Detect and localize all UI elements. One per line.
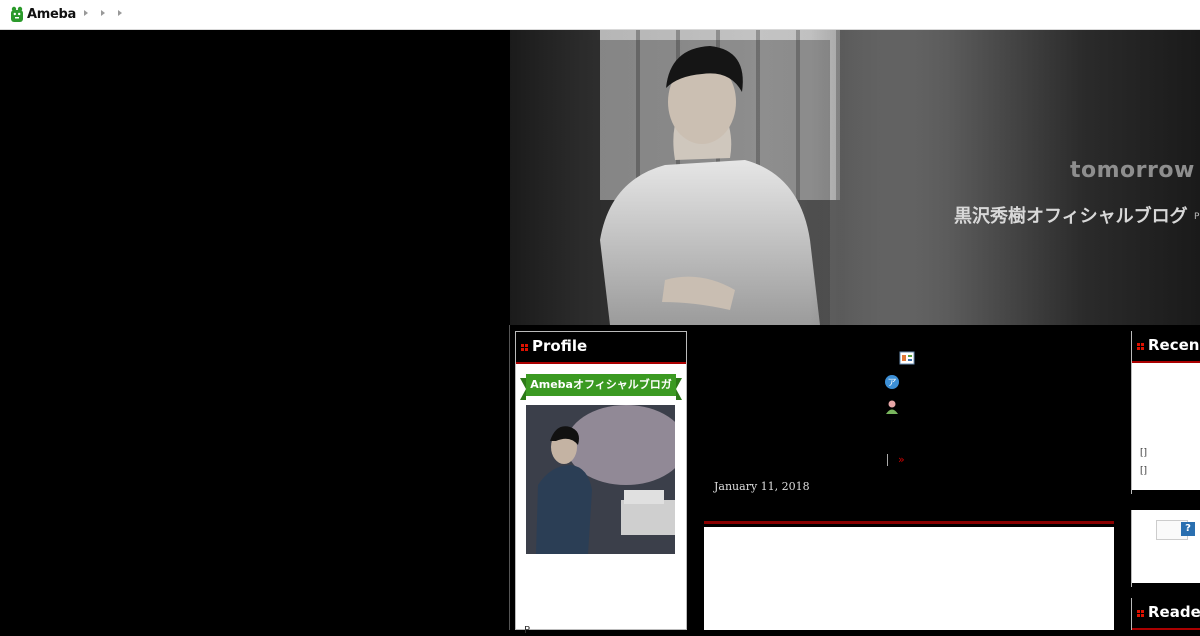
breadcrumb-arrow-icon[interactable] <box>84 10 88 16</box>
box-bottom-border <box>1132 490 1200 494</box>
recent-box-header: Recen <box>1132 331 1200 363</box>
next-page-link[interactable]: » <box>898 453 905 466</box>
breadcrumb <box>84 10 122 16</box>
profile-heading: Profile <box>532 337 588 355</box>
search-help-button[interactable]: ? <box>1181 522 1195 536</box>
post-body <box>704 527 1114 630</box>
header-portrait-photo <box>570 40 830 325</box>
post-date: January 11, 2018 <box>714 480 810 493</box>
post-pager: » <box>887 453 905 466</box>
recent-entry-link[interactable]: [] <box>1140 466 1147 476</box>
app-icon[interactable]: ア <box>884 374 900 390</box>
readers-box: Reade <box>1131 598 1200 630</box>
section-bullet-icon <box>1137 610 1144 617</box>
post-divider <box>704 521 1114 524</box>
profile-box: Profile Amebaオフィシャルブロガー P <box>515 331 687 636</box>
profile-photo[interactable] <box>526 405 675 554</box>
profile-name[interactable]: P <box>524 625 530 636</box>
recent-entries-box: Recen [] [] <box>1131 331 1200 494</box>
recent-heading: Recen <box>1148 336 1200 354</box>
breadcrumb-arrow-icon[interactable] <box>101 10 105 16</box>
header-tagline: tomorrow <box>1070 158 1195 183</box>
blog-title-suffix: P <box>1194 212 1200 222</box>
official-blogger-badge[interactable]: Amebaオフィシャルブロガー <box>520 374 682 413</box>
recent-entry-link[interactable]: [] <box>1140 448 1147 458</box>
report-icon[interactable] <box>899 350 915 366</box>
profile-photo-image <box>526 405 675 554</box>
box-bottom-border <box>1132 583 1200 587</box>
pager-separator <box>887 453 888 466</box>
section-bullet-icon <box>1137 343 1144 350</box>
blog-header-image[interactable]: tomorrow 黒沢秀樹オフィシャルブログ P <box>510 30 1200 325</box>
search-box: ? <box>1131 510 1200 587</box>
breadcrumb-arrow-icon[interactable] <box>118 10 122 16</box>
section-bullet-icon <box>521 344 528 351</box>
profile-box-header: Profile <box>516 332 686 364</box>
logo-text: Ameba <box>27 7 77 22</box>
ameba-logo[interactable]: Ameba <box>10 6 76 23</box>
global-header: Ameba <box>0 0 1200 30</box>
blog-title[interactable]: 黒沢秀樹オフィシャルブログ <box>954 202 1188 228</box>
svg-text:ア: ア <box>887 379 896 389</box>
reader-box-header: Reade <box>1132 598 1200 630</box>
column-divider <box>509 325 510 630</box>
reader-heading: Reade <box>1148 603 1200 621</box>
ameba-logo-icon <box>11 6 23 22</box>
avatar-icon[interactable] <box>884 399 900 415</box>
